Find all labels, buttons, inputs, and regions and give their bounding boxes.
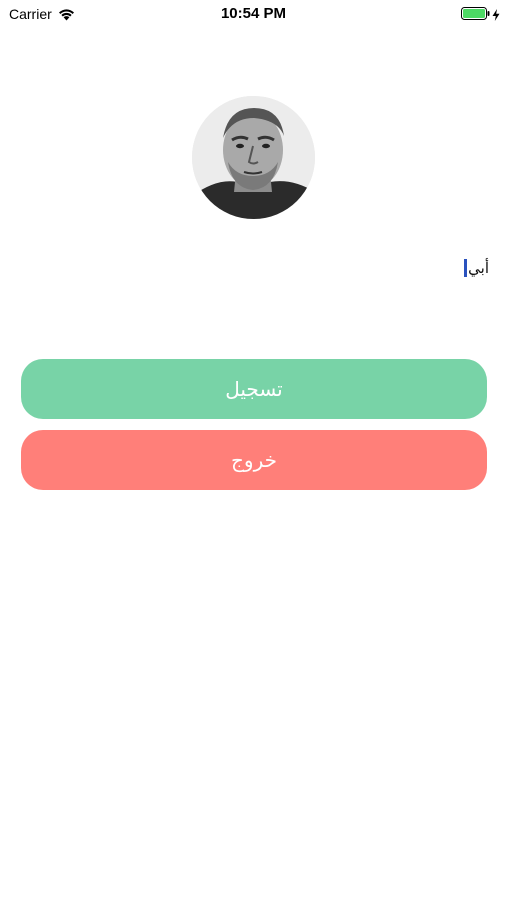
exit-button[interactable]: خروج xyxy=(21,430,487,490)
register-button-label: تسجيل xyxy=(225,377,283,401)
register-button[interactable]: تسجيل xyxy=(21,359,487,419)
battery-icon xyxy=(461,7,490,20)
battery-indicator xyxy=(461,7,500,21)
bolt-icon xyxy=(492,8,500,21)
status-time: 10:54 PM xyxy=(220,5,287,22)
status-bar: Carrier 10:54 PM xyxy=(0,0,507,28)
person-photo-icon xyxy=(192,96,315,219)
name-input[interactable]: أبي xyxy=(289,256,489,280)
exit-button-label: خروج xyxy=(231,448,277,472)
app-screen: Carrier 10:54 PM أبي تسجيل خروج xyxy=(0,0,507,900)
avatar[interactable] xyxy=(192,96,315,219)
text-cursor xyxy=(464,259,468,277)
name-input-value: أبي xyxy=(468,259,489,277)
